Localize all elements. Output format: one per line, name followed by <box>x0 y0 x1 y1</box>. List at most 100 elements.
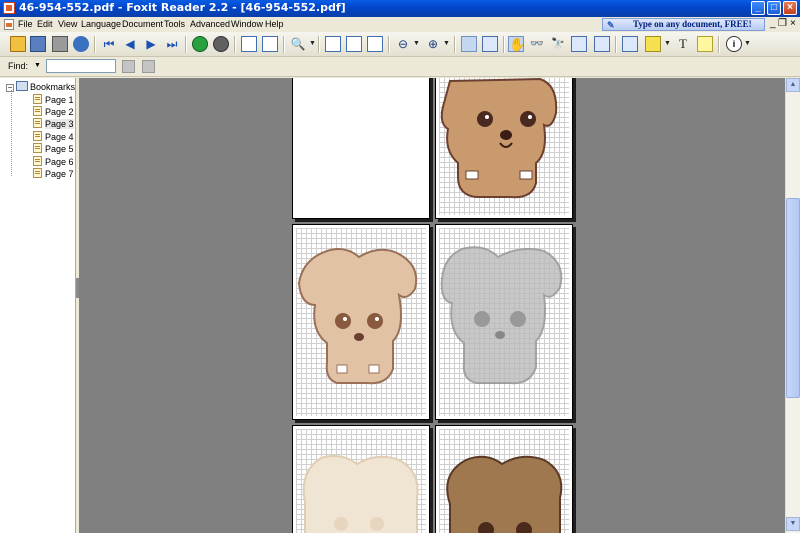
bookmark-page-7[interactable]: Page 7 <box>33 168 74 180</box>
puppy-page-light <box>292 224 430 420</box>
scroll-thumb[interactable] <box>786 198 800 398</box>
puppy-pattern-faint <box>302 455 419 533</box>
menu-window[interactable]: Window <box>231 19 263 29</box>
puppy-page-faint <box>292 425 430 533</box>
info-icon[interactable]: i <box>726 36 742 52</box>
email-icon[interactable] <box>73 36 89 52</box>
tree-connector <box>11 90 12 176</box>
highlight-dropdown-arrow[interactable]: ▼ <box>664 40 671 47</box>
fit-width-icon[interactable] <box>367 36 383 52</box>
puppy-pattern-dark <box>446 455 563 533</box>
bookmark-page-6[interactable]: Page 6 <box>33 156 74 168</box>
highlight-icon[interactable] <box>645 36 661 52</box>
bookmark-label: Page 7 <box>45 169 74 179</box>
go-forward-icon[interactable] <box>213 36 229 52</box>
find-previous-button[interactable] <box>122 60 135 73</box>
scroll-up-button[interactable]: ▲ <box>786 78 800 92</box>
hand-tool-icon[interactable]: ✋ <box>508 36 525 52</box>
menu-file[interactable]: File <box>18 19 33 29</box>
mdi-close-button[interactable]: × <box>790 18 796 29</box>
actual-size-icon[interactable] <box>325 36 341 52</box>
info-dropdown-arrow[interactable]: ▼ <box>744 40 751 47</box>
rotate-left-icon[interactable] <box>241 36 257 52</box>
last-page-icon[interactable]: ⏭ <box>164 36 180 52</box>
menu-tools[interactable]: Tools <box>164 19 185 29</box>
find-next-button[interactable] <box>142 60 155 73</box>
menu-advanced[interactable]: Advanced <box>190 19 230 29</box>
page-bookmark-icon <box>33 143 42 153</box>
document-view[interactable] <box>79 78 785 533</box>
bookmark-page-2[interactable]: Page 2 <box>33 106 74 118</box>
zoom-in-plus-icon[interactable]: ⊕ <box>425 36 441 52</box>
find-icon[interactable]: 🔭 <box>550 36 566 52</box>
typewriter-icon[interactable] <box>622 36 638 52</box>
toolbar-separator <box>185 36 187 53</box>
continuous-icon[interactable] <box>482 36 498 52</box>
rotate-right-icon[interactable] <box>262 36 278 52</box>
puppy-page-color <box>435 78 573 219</box>
bookmark-label: Page 6 <box>45 157 74 167</box>
scroll-down-button[interactable]: ▼ <box>786 517 800 531</box>
open-icon[interactable] <box>10 36 26 52</box>
menu-view[interactable]: View <box>58 19 77 29</box>
toolbar-separator <box>454 36 456 53</box>
toolbar-separator <box>234 36 236 53</box>
zoom-in-icon[interactable]: 🔍 <box>290 36 306 52</box>
toolbar-separator <box>94 36 96 53</box>
document-menu-icon[interactable] <box>4 19 14 30</box>
bookmark-page-3[interactable]: Page 3 <box>33 118 74 130</box>
page-bookmark-icon <box>33 131 42 141</box>
page-bookmark-icon <box>33 156 42 166</box>
vertical-scrollbar[interactable]: ▲ ▼ <box>785 78 800 533</box>
menu-language[interactable]: Language <box>81 19 121 29</box>
go-back-icon[interactable] <box>192 36 208 52</box>
menu-help[interactable]: Help <box>265 19 284 29</box>
toolbar-separator <box>388 36 390 53</box>
select-text-icon[interactable] <box>571 36 587 52</box>
menu-edit[interactable]: Edit <box>37 19 53 29</box>
first-page-icon[interactable]: ⏮ <box>101 36 117 52</box>
note-icon[interactable] <box>697 36 713 52</box>
mdi-restore-button[interactable]: ❐ <box>778 18 787 29</box>
select-image-icon[interactable] <box>594 36 610 52</box>
find-options-arrow[interactable]: ▼ <box>34 62 41 69</box>
toolbar-separator <box>615 36 617 53</box>
text-tool-icon[interactable]: T <box>675 36 691 52</box>
maximize-button[interactable]: □ <box>767 1 781 15</box>
menu-document[interactable]: Document <box>122 19 163 29</box>
page-bookmark-icon <box>33 118 42 128</box>
mdi-minimize-button[interactable]: _ <box>770 18 776 29</box>
bookmarks-root[interactable]: − Bookmarks <box>6 81 75 93</box>
bookmark-label: Page 4 <box>45 132 74 142</box>
zoom-out-icon[interactable]: ⊖ <box>395 36 411 52</box>
page-bookmark-icon <box>33 168 42 178</box>
bookmark-label: Page 2 <box>45 107 74 117</box>
bookmarks-panel: − Bookmarks Page 1 Page 2 Page 3 Page 4 P… <box>0 78 76 533</box>
bookmark-page-4[interactable]: Page 4 <box>33 131 74 143</box>
puppy-pattern-color <box>440 78 558 199</box>
minimize-button[interactable]: _ <box>751 1 765 15</box>
foxit-app-icon[interactable] <box>3 2 15 14</box>
fit-page-icon[interactable] <box>346 36 362 52</box>
bookmark-page-1[interactable]: Page 1 <box>33 94 74 106</box>
find-label: Find: <box>8 61 29 71</box>
bookmark-page-5[interactable]: Page 5 <box>33 143 74 155</box>
zoom-out-dropdown-arrow[interactable]: ▼ <box>413 40 420 47</box>
find-input[interactable] <box>46 59 116 73</box>
save-icon[interactable] <box>30 36 46 52</box>
puppy-pattern-light <box>297 248 418 385</box>
zoom-dropdown-arrow[interactable]: ▼ <box>309 40 316 47</box>
next-page-icon[interactable]: ▶ <box>143 36 159 52</box>
previous-page-icon[interactable]: ◀ <box>122 36 138 52</box>
snapshot-icon[interactable]: 👓 <box>529 36 545 52</box>
print-icon[interactable] <box>52 36 68 52</box>
bookmarks-icon <box>16 81 28 91</box>
single-page-icon[interactable] <box>461 36 477 52</box>
toolbar-separator <box>503 36 505 53</box>
blank-page <box>292 78 430 219</box>
close-button[interactable]: × <box>783 1 797 15</box>
collapse-icon[interactable]: − <box>6 84 14 92</box>
promo-banner[interactable]: ✎ Type on any document, FREE! <box>602 18 765 31</box>
promo-text: Type on any document, FREE! <box>633 19 752 29</box>
zoom-in-dropdown-arrow[interactable]: ▼ <box>443 40 450 47</box>
